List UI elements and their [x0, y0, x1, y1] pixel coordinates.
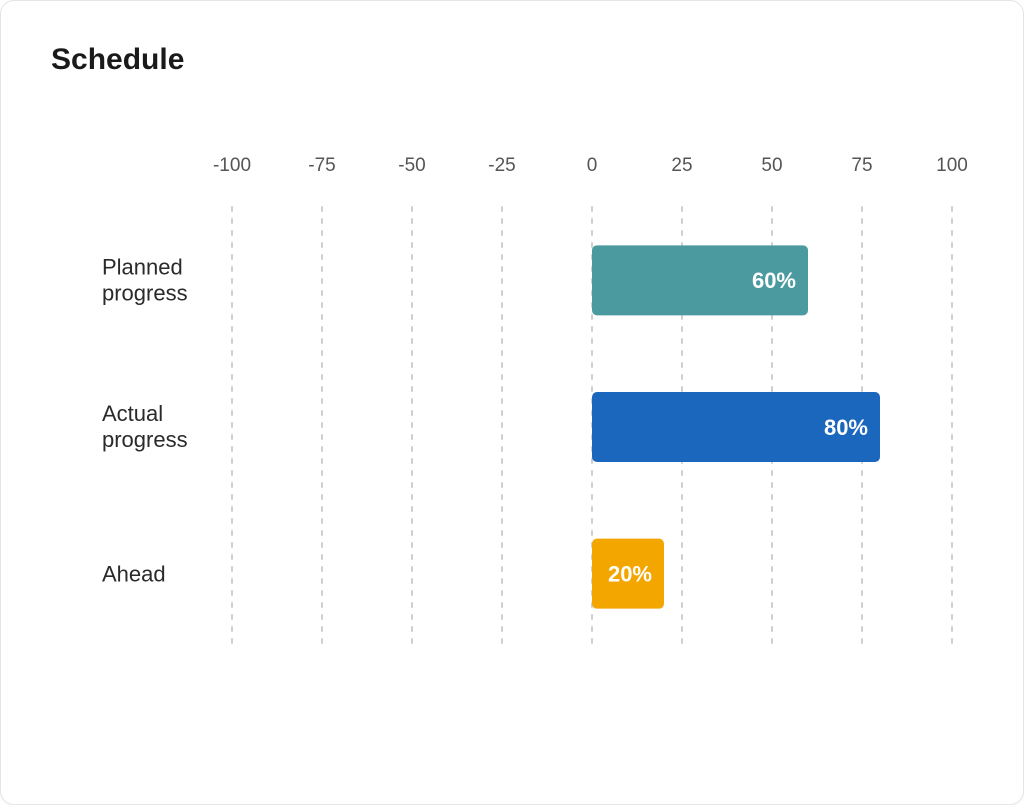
x-tick-label: -100: [213, 155, 251, 176]
chart-area: -100 -75 -50 -25 0 25 50 75 100 Plannedprogress 60…: [51, 147, 973, 667]
chart-card: Schedule -100 -75 -50 -25 0 25 50 75 100 Plannedp…: [0, 0, 1024, 805]
x-tick-label: 75: [851, 155, 872, 176]
chart-title: Schedule: [51, 43, 973, 77]
bar-value-label: 60%: [752, 268, 796, 293]
bar-chart: -100 -75 -50 -25 0 25 50 75 100 Plannedprogress 60…: [51, 147, 973, 667]
x-tick-label: 50: [761, 155, 782, 176]
x-tick-label: -75: [308, 155, 335, 176]
x-tick-label: 100: [936, 155, 968, 176]
x-tick-label: 0: [587, 155, 598, 176]
x-tick-label: -25: [488, 155, 515, 176]
bar-value-label: 80%: [824, 415, 868, 440]
category-label: Plannedprogress: [102, 254, 188, 305]
category-label: Actualprogress: [102, 401, 188, 452]
bar-value-label: 20%: [608, 561, 652, 586]
x-tick-label: -50: [398, 155, 425, 176]
category-label: Ahead: [102, 562, 166, 587]
x-tick-label: 25: [671, 155, 692, 176]
